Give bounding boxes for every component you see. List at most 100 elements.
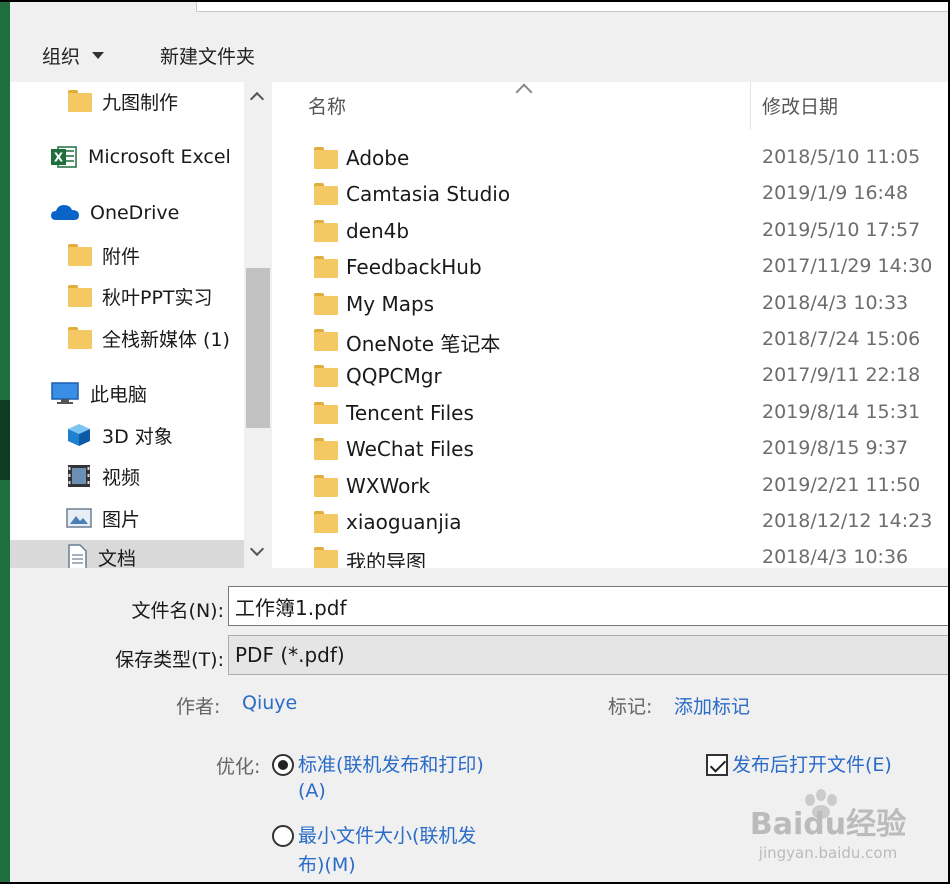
folder-icon xyxy=(68,327,92,349)
svg-text:X: X xyxy=(54,151,64,165)
folder-icon xyxy=(314,183,338,206)
file-row[interactable]: My Maps 2018/4/3 10:33 xyxy=(272,286,948,322)
folder-icon xyxy=(314,219,338,242)
nav-item-label: 视频 xyxy=(102,466,141,489)
optimize-label: 优化: xyxy=(216,756,261,778)
computer-icon xyxy=(51,382,79,404)
folder-icon xyxy=(314,401,338,424)
scroll-up-arrow-icon[interactable] xyxy=(249,91,265,107)
file-modified-date: 2018/5/10 11:05 xyxy=(762,146,921,168)
file-name: WeChat Files xyxy=(346,437,474,462)
tags-label: 标记: xyxy=(608,696,653,718)
column-date-header[interactable]: 修改日期 xyxy=(762,92,838,119)
file-row[interactable]: WXWork 2019/2/21 11:50 xyxy=(272,468,948,504)
nav-item-label: 图片 xyxy=(102,508,141,531)
optimize-standard-label-line1[interactable]: 标准(联机发布和打印) xyxy=(298,750,484,777)
folder-icon xyxy=(68,90,92,112)
file-row[interactable]: OneNote 笔记本 2018/7/24 15:06 xyxy=(272,322,948,358)
save-as-dialog: 组织 新建文件夹 九图制作 X Microsoft Excel OneDrive… xyxy=(10,2,948,882)
nav-item-label: 秋叶PPT实习 xyxy=(102,286,213,309)
column-name-header[interactable]: 名称 xyxy=(308,92,346,119)
organize-menu-button[interactable]: 组织 xyxy=(42,42,105,69)
toolbar: 组织 新建文件夹 xyxy=(10,24,948,82)
folder-icon xyxy=(314,474,338,497)
save-type-value: PDF (*.pdf) xyxy=(235,643,345,667)
file-row[interactable]: xiaoguanjia 2018/12/12 14:23 xyxy=(272,504,948,540)
file-modified-date: 2019/8/14 15:31 xyxy=(762,400,921,423)
video-icon xyxy=(68,465,90,487)
nav-item-label: Microsoft Excel xyxy=(88,146,231,168)
file-name: QQPCMgr xyxy=(346,364,442,389)
save-type-label: 保存类型(T): xyxy=(115,649,224,671)
folder-icon xyxy=(314,511,338,533)
file-row[interactable]: WeChat Files 2019/8/15 9:37 xyxy=(272,431,948,467)
author-value[interactable]: Qiuye xyxy=(242,692,297,714)
optimize-minimum-radio[interactable] xyxy=(272,825,294,847)
nav-scrollbar[interactable] xyxy=(244,82,272,568)
filename-input[interactable]: 工作簿1.pdf xyxy=(228,586,948,626)
file-modified-date: 2017/11/29 14:30 xyxy=(762,255,933,278)
column-separator[interactable] xyxy=(750,82,751,130)
excel-icon: X xyxy=(51,146,77,168)
file-row[interactable]: den4b 2019/5/10 17:57 xyxy=(272,213,948,249)
column-header: 名称 修改日期 xyxy=(272,82,948,130)
file-modified-date: 2017/9/11 22:18 xyxy=(762,364,921,387)
new-folder-button[interactable]: 新建文件夹 xyxy=(160,42,255,69)
file-name: Tencent Files xyxy=(346,400,474,425)
nav-item-videos[interactable]: 视频 xyxy=(66,459,140,493)
nav-item-pictures[interactable]: 图片 xyxy=(66,501,140,535)
nav-scroll-thumb[interactable] xyxy=(246,268,270,428)
nav-item-documents[interactable]: 文档 xyxy=(10,540,244,568)
file-row[interactable]: QQPCMgr 2017/9/11 22:18 xyxy=(272,358,948,394)
documents-icon xyxy=(68,544,87,568)
nav-item-quanzhan[interactable]: 全栈新媒体 (1) xyxy=(68,321,230,355)
nav-item-onedrive[interactable]: OneDrive xyxy=(50,196,179,230)
add-tags-link[interactable]: 添加标记 xyxy=(674,692,750,719)
file-row[interactable]: FeedbackHub 2017/11/29 14:30 xyxy=(272,249,948,285)
folder-icon xyxy=(314,256,338,279)
file-modified-date: 2018/12/12 14:23 xyxy=(762,510,933,532)
file-row[interactable]: 我的导图 2018/4/3 10:36 xyxy=(272,540,948,568)
file-row[interactable]: Camtasia Studio 2019/1/9 16:48 xyxy=(272,176,948,212)
file-modified-date: 2018/4/3 10:36 xyxy=(762,546,909,568)
organize-label: 组织 xyxy=(42,46,81,68)
new-folder-label: 新建文件夹 xyxy=(160,46,256,68)
nav-item-jiutu[interactable]: 九图制作 xyxy=(68,84,178,118)
folder-icon xyxy=(314,147,338,169)
file-row[interactable]: Tencent Files 2019/8/14 15:31 xyxy=(272,395,948,431)
nav-item-microsoft-excel[interactable]: X Microsoft Excel xyxy=(50,140,231,174)
file-name: My Maps xyxy=(346,291,435,316)
file-row[interactable]: Adobe 2018/5/10 11:05 xyxy=(272,140,948,176)
onedrive-cloud-icon xyxy=(51,205,79,220)
nav-item-label: OneDrive xyxy=(90,202,180,224)
file-modified-date: 2019/8/15 9:37 xyxy=(762,437,909,460)
dropdown-caret-icon xyxy=(92,52,105,59)
nav-item-label: 此电脑 xyxy=(90,383,148,406)
open-after-publish-checkbox[interactable] xyxy=(706,754,728,776)
scroll-down-arrow-icon[interactable] xyxy=(249,541,265,557)
nav-item-attachments[interactable]: 附件 xyxy=(68,238,140,272)
address-strip xyxy=(10,2,948,24)
nav-item-label: 文档 xyxy=(98,547,137,569)
folder-icon xyxy=(314,438,338,461)
optimize-standard-radio[interactable] xyxy=(272,754,294,776)
navigation-pane: 九图制作 X Microsoft Excel OneDrive 附件 秋叶PPT… xyxy=(10,82,272,568)
nav-item-qiuye-ppt[interactable]: 秋叶PPT实习 xyxy=(68,279,213,313)
folder-icon xyxy=(314,547,338,568)
nav-item-label: 全栈新媒体 (1) xyxy=(102,328,230,351)
file-modified-date: 2018/4/3 10:33 xyxy=(762,291,909,314)
file-name: xiaoguanjia xyxy=(346,510,462,534)
file-name: Camtasia Studio xyxy=(346,182,511,207)
save-type-select[interactable]: PDF (*.pdf) xyxy=(228,635,948,675)
filename-value: 工作簿1.pdf xyxy=(235,595,347,620)
nav-item-label: 3D 对象 xyxy=(102,425,173,448)
optimize-minimum-label-line1[interactable]: 最小文件大小(联机发 xyxy=(298,821,476,848)
folder-icon xyxy=(314,365,338,388)
address-bar[interactable] xyxy=(196,2,948,12)
open-after-publish-label[interactable]: 发布后打开文件(E) xyxy=(732,750,892,777)
optimize-standard-label-line2[interactable]: (A) xyxy=(298,780,326,802)
optimize-minimum-label-line2[interactable]: 布)(M) xyxy=(298,850,356,877)
folder-icon xyxy=(314,329,338,351)
nav-item-3d-objects[interactable]: 3D 对象 xyxy=(66,418,173,452)
nav-item-this-pc[interactable]: 此电脑 xyxy=(50,376,147,410)
